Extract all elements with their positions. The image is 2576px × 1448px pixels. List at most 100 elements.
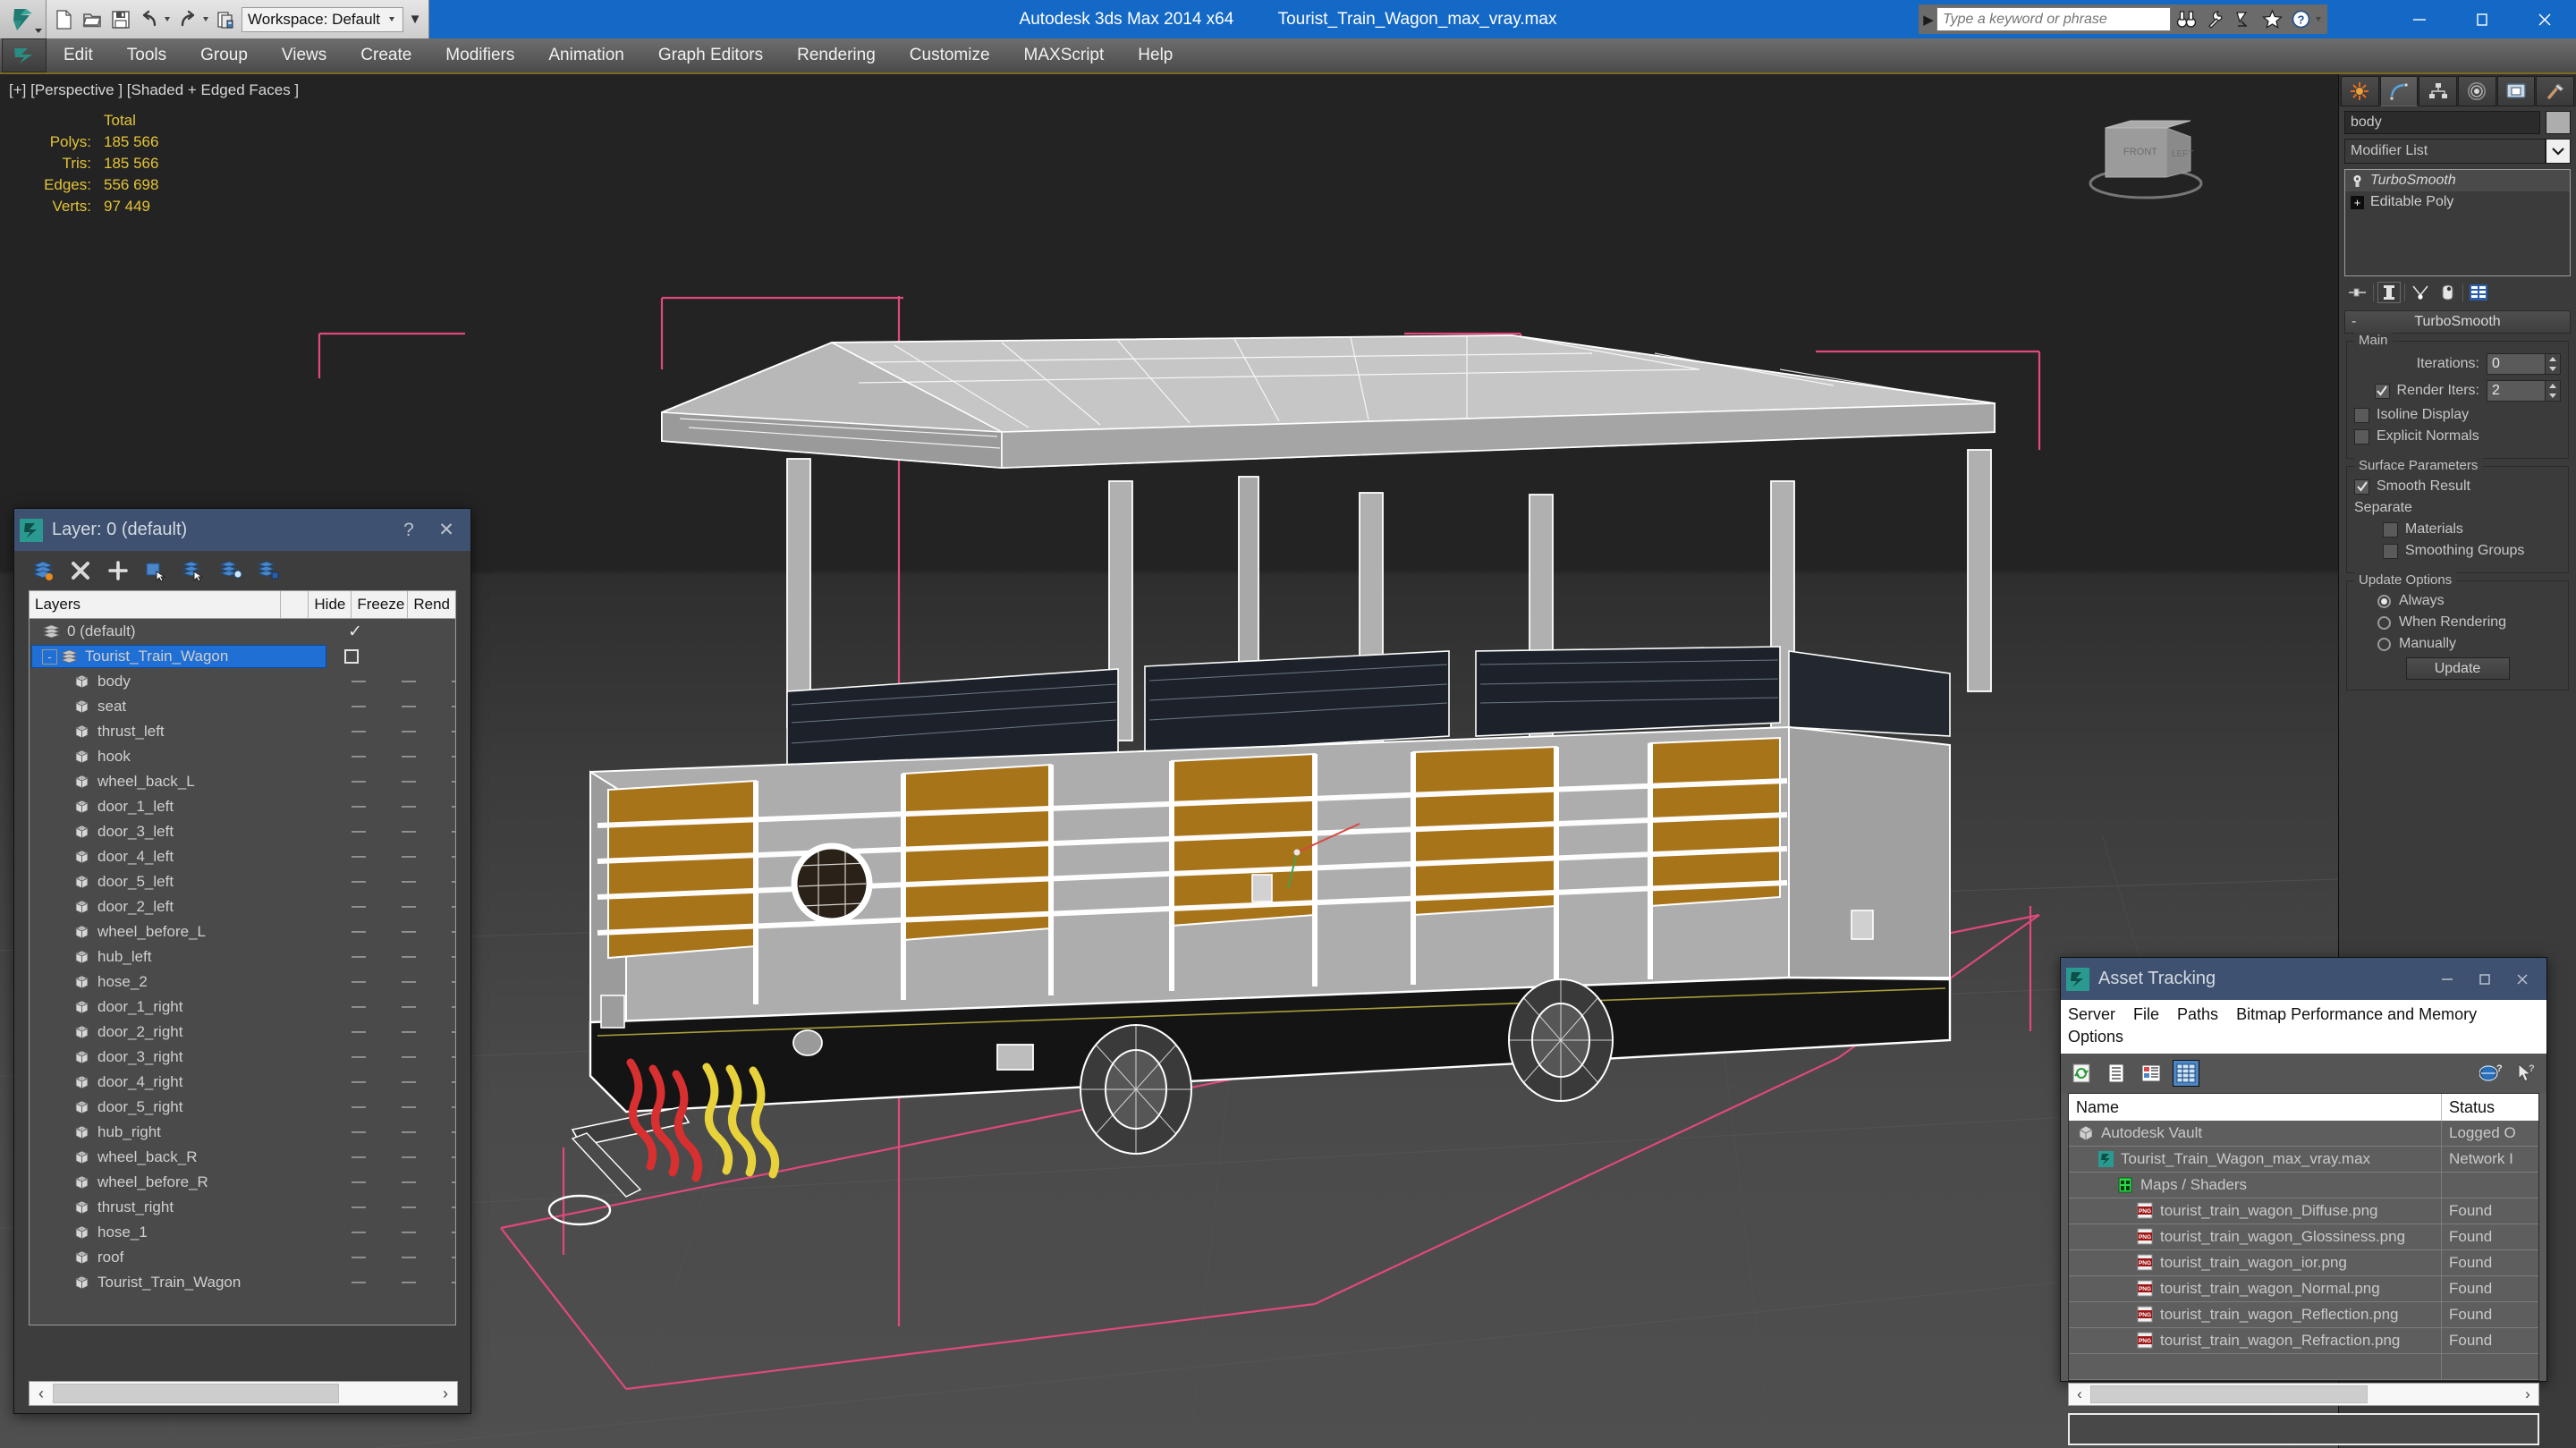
render-cell[interactable]: — (452, 924, 455, 940)
smooth-result-row[interactable]: Smooth Result (2354, 478, 2561, 495)
layer-row[interactable]: thrust_left — — — (30, 719, 455, 744)
layer-properties-icon[interactable] (256, 558, 281, 583)
scroll-thumb[interactable] (53, 1384, 339, 1403)
render-iters-value[interactable]: 2 (2487, 380, 2546, 402)
update-always-row[interactable]: Always (2354, 593, 2561, 609)
add-selection-to-layer-icon[interactable] (143, 558, 168, 583)
freeze-cell[interactable]: — (402, 899, 416, 915)
iterations-value[interactable]: 0 (2487, 353, 2546, 375)
freeze-cell[interactable]: — (402, 699, 416, 715)
layer-row[interactable]: hub_right — — — (30, 1120, 455, 1145)
render-cell[interactable]: — (452, 874, 455, 890)
layer-dialog-titlebar[interactable]: Layer: 0 (default) ? ✕ (14, 509, 470, 551)
new-icon[interactable] (50, 5, 77, 33)
workspace-selector[interactable]: Workspace: Default (242, 6, 404, 32)
binoculars-icon[interactable] (2173, 6, 2199, 33)
column-layers[interactable]: Layers (30, 591, 282, 618)
layer-row[interactable]: door_5_right — — — (30, 1095, 455, 1120)
layer-row[interactable]: body — — — (30, 669, 455, 694)
render-cell[interactable]: — (452, 1174, 455, 1190)
star-icon[interactable] (2258, 6, 2285, 33)
delete-layer-icon[interactable] (68, 558, 93, 583)
workspace-caret-icon[interactable] (389, 17, 395, 21)
expand-toggle-icon[interactable]: - (42, 648, 57, 665)
asset-row[interactable] (2069, 1354, 2538, 1380)
freeze-cell[interactable]: — (402, 1199, 416, 1215)
freeze-cell[interactable]: — (402, 1274, 416, 1291)
grid-view-icon[interactable] (2173, 1060, 2199, 1087)
render-cell[interactable]: — (452, 1199, 455, 1215)
asset-grid-hscrollbar[interactable]: ‹ › (2068, 1383, 2539, 1406)
at-menu-server[interactable]: Server (2068, 1003, 2126, 1026)
detail-view-icon[interactable] (2138, 1060, 2165, 1087)
hide-cell[interactable]: — (352, 924, 366, 940)
object-color-swatch[interactable] (2546, 111, 2571, 134)
lightbulb-icon[interactable] (2351, 174, 2364, 188)
render-cell[interactable]: — (452, 1149, 455, 1165)
layer-row[interactable]: Tourist_Train_Wagon — — — (30, 1270, 455, 1295)
column-name[interactable]: Name (2069, 1094, 2442, 1121)
at-menu-bitmap[interactable]: Bitmap Performance and Memory (2236, 1003, 2487, 1026)
menu-modifiers[interactable]: Modifiers (428, 38, 531, 72)
layer-list[interactable]: 0 (default)✓-Tourist_Train_Wagonbody———s… (29, 619, 456, 1325)
render-cell[interactable]: — (452, 1124, 455, 1140)
render-cell[interactable]: — (452, 824, 455, 840)
layer-row[interactable]: seat — — — (30, 694, 455, 719)
wrench-icon[interactable] (2201, 6, 2228, 33)
menu-group[interactable]: Group (183, 38, 265, 72)
menu-edit[interactable]: Edit (47, 38, 110, 72)
menu-create[interactable]: Create (343, 38, 428, 72)
layer-row[interactable]: roof — — — (30, 1245, 455, 1270)
asset-row[interactable]: PNG tourist_train_wagon_Reflection.png Fou… (2069, 1302, 2538, 1328)
layer-row[interactable]: door_2_right — — — (30, 1020, 455, 1045)
layer-row[interactable]: - Tourist_Train_Wagon (30, 644, 455, 669)
context-help-icon[interactable]: ? (2512, 1060, 2539, 1087)
menu-tools[interactable]: Tools (110, 38, 183, 72)
configure-sets-icon[interactable] (2467, 282, 2490, 303)
layer-row[interactable]: hose_1 — — — (30, 1220, 455, 1245)
at-menu-options[interactable]: Options (2068, 1026, 2134, 1048)
list-view-icon[interactable] (2103, 1060, 2130, 1087)
layer-row[interactable]: door_3_right — — — (30, 1045, 455, 1070)
app-logo-small-icon[interactable] (2, 38, 47, 72)
chevron-down-icon[interactable] (2546, 139, 2571, 164)
freeze-cell[interactable]: — (402, 724, 416, 740)
web-help-icon[interactable]: ? (2478, 1060, 2504, 1087)
render-cell[interactable]: — (452, 1049, 455, 1065)
redo-icon[interactable] (174, 5, 201, 33)
viewport-label[interactable]: [+] [Perspective ] [Shaded + Edged Faces… (9, 81, 299, 99)
layer-list-hscrollbar[interactable]: ‹ › (29, 1381, 458, 1406)
search-expand-icon[interactable]: ▶ (1922, 12, 1935, 28)
column-render[interactable]: Rend (408, 591, 455, 618)
layer-row[interactable]: 0 (default) ✓ (30, 619, 455, 644)
close-icon[interactable] (2513, 0, 2576, 38)
minimize-icon[interactable] (2428, 961, 2466, 997)
hide-cell[interactable]: — (352, 1224, 366, 1241)
render-cell[interactable]: — (452, 673, 455, 690)
layer-dialog-close-button[interactable]: ✕ (428, 512, 465, 548)
asset-tracking-status-field[interactable] (2068, 1413, 2539, 1445)
update-when-rendering-row[interactable]: When Rendering (2354, 614, 2561, 631)
isoline-display-checkbox[interactable] (2354, 407, 2369, 423)
hide-cell[interactable]: — (352, 1174, 366, 1190)
hide-cell[interactable]: — (352, 874, 366, 890)
remove-modifier-icon[interactable] (2436, 282, 2459, 303)
layer-row[interactable]: wheel_back_L — — — (30, 769, 455, 794)
menu-rendering[interactable]: Rendering (780, 38, 893, 72)
layer-row[interactable]: door_1_right — — — (30, 995, 455, 1020)
layer-row[interactable]: wheel_before_R — — — (30, 1170, 455, 1195)
layer-row[interactable]: door_2_left — — — (30, 894, 455, 919)
materials-checkbox[interactable] (2383, 521, 2398, 538)
undo-dropdown-caret-icon[interactable] (165, 17, 170, 21)
render-cell[interactable]: — (452, 774, 455, 790)
hide-cell[interactable]: — (352, 974, 366, 990)
freeze-cell[interactable]: — (402, 799, 416, 815)
freeze-cell[interactable]: — (402, 949, 416, 965)
update-manually-radio[interactable] (2377, 637, 2391, 651)
update-when-rendering-radio[interactable] (2377, 615, 2391, 630)
modifier-stack[interactable]: TurboSmooth + Editable Poly (2344, 169, 2571, 276)
asset-row[interactable]: Autodesk Vault Logged O (2069, 1121, 2538, 1147)
save-icon[interactable] (107, 5, 134, 33)
menu-maxscript[interactable]: MAXScript (1007, 38, 1122, 72)
maximize-icon[interactable] (2451, 0, 2513, 38)
